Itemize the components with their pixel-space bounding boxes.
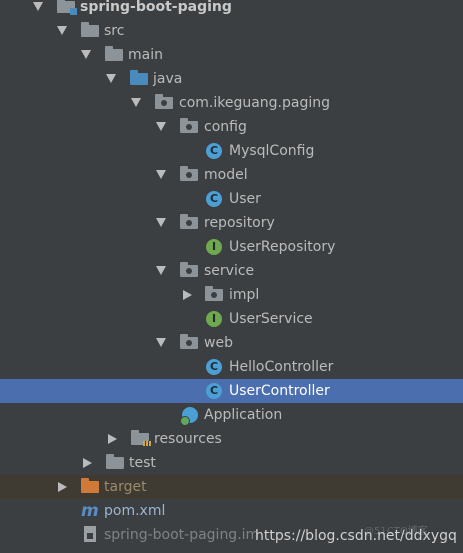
interface-icon: I <box>206 311 222 327</box>
tree-row-model[interactable]: model <box>0 163 463 187</box>
java-label: java <box>153 71 183 87</box>
user-label: User <box>229 191 261 207</box>
tree-row-user[interactable]: C User <box>0 187 463 211</box>
model-label: model <box>204 167 248 183</box>
tree-row-target[interactable]: target <box>0 475 463 499</box>
user-controller-label: UserController <box>229 383 330 399</box>
application-label: Application <box>204 407 283 423</box>
watermark-url: https://blog.csdn.net/ddxygq <box>255 528 457 544</box>
package-icon <box>180 166 198 181</box>
impl-label: impl <box>229 287 260 303</box>
chevron-down-icon[interactable] <box>156 170 166 179</box>
spring-boot-application-icon <box>180 407 198 426</box>
target-label: target <box>104 479 147 495</box>
tree-row-src[interactable]: src <box>0 19 463 43</box>
package-icon <box>180 334 198 349</box>
main-label: main <box>128 47 163 63</box>
chevron-right-icon[interactable] <box>183 290 192 300</box>
folder-icon <box>105 46 123 61</box>
web-label: web <box>204 335 233 351</box>
test-label: test <box>129 455 156 471</box>
maven-icon: m <box>81 501 99 521</box>
package-label: com.ikeguang.paging <box>179 95 331 111</box>
tree-row-repository[interactable]: repository <box>0 211 463 235</box>
tree-row-pom[interactable]: m pom.xml <box>0 499 463 523</box>
repository-label: repository <box>204 215 275 231</box>
class-icon: C <box>206 383 222 399</box>
module-folder-icon <box>57 0 77 15</box>
chevron-down-icon[interactable] <box>156 338 166 347</box>
user-repository-label: UserRepository <box>229 239 336 255</box>
tree-row-application[interactable]: Application <box>0 403 463 427</box>
iml-label: spring-boot-paging.im <box>104 527 260 543</box>
chevron-down-icon[interactable] <box>131 98 141 107</box>
project-label: spring-boot-paging <box>80 0 232 15</box>
folder-icon <box>81 22 99 37</box>
folder-icon <box>106 454 124 469</box>
tree-row-test[interactable]: test <box>0 451 463 475</box>
tree-row-main[interactable]: main <box>0 43 463 67</box>
tree-row-config[interactable]: config <box>0 115 463 139</box>
source-folder-icon <box>130 70 148 85</box>
src-label: src <box>104 23 125 39</box>
package-icon <box>155 94 173 109</box>
tree-row-project[interactable]: spring-boot-paging <box>0 0 463 19</box>
hello-controller-label: HelloController <box>229 359 334 375</box>
tree-row-impl[interactable]: impl <box>0 283 463 307</box>
package-icon <box>180 214 198 229</box>
chevron-down-icon[interactable] <box>33 2 43 11</box>
tree-row-resources[interactable]: resources <box>0 427 463 451</box>
mysql-config-label: MysqlConfig <box>229 143 315 159</box>
chevron-right-icon[interactable] <box>108 434 117 444</box>
chevron-right-icon[interactable] <box>58 482 67 492</box>
chevron-down-icon[interactable] <box>156 122 166 131</box>
tree-row-hello-controller[interactable]: C HelloController <box>0 355 463 379</box>
package-icon <box>205 286 223 301</box>
service-label: service <box>204 263 255 279</box>
resources-label: resources <box>154 431 222 447</box>
module-file-icon <box>84 526 96 542</box>
excluded-folder-icon <box>81 478 99 493</box>
interface-icon: I <box>206 239 222 255</box>
chevron-down-icon[interactable] <box>156 266 166 275</box>
chevron-down-icon[interactable] <box>106 74 116 83</box>
user-service-label: UserService <box>229 311 313 327</box>
class-icon: C <box>206 143 222 159</box>
config-label: config <box>204 119 247 135</box>
chevron-down-icon[interactable] <box>81 50 91 59</box>
chevron-down-icon[interactable] <box>156 218 166 227</box>
tree-row-service[interactable]: service <box>0 259 463 283</box>
class-icon: C <box>206 191 222 207</box>
tree-row-user-repository[interactable]: I UserRepository <box>0 235 463 259</box>
package-icon <box>180 262 198 277</box>
tree-row-package[interactable]: com.ikeguang.paging <box>0 91 463 115</box>
package-icon <box>180 118 198 133</box>
tree-row-user-service[interactable]: I UserService <box>0 307 463 331</box>
resources-folder-icon <box>131 430 151 446</box>
pom-label: pom.xml <box>104 503 166 519</box>
class-icon: C <box>206 359 222 375</box>
tree-row-user-controller[interactable]: C UserController <box>0 379 463 403</box>
tree-row-web[interactable]: web <box>0 331 463 355</box>
tree-row-java[interactable]: java <box>0 67 463 91</box>
chevron-down-icon[interactable] <box>57 26 67 35</box>
chevron-right-icon[interactable] <box>83 458 92 468</box>
tree-row-mysql-config[interactable]: C MysqlConfig <box>0 139 463 163</box>
